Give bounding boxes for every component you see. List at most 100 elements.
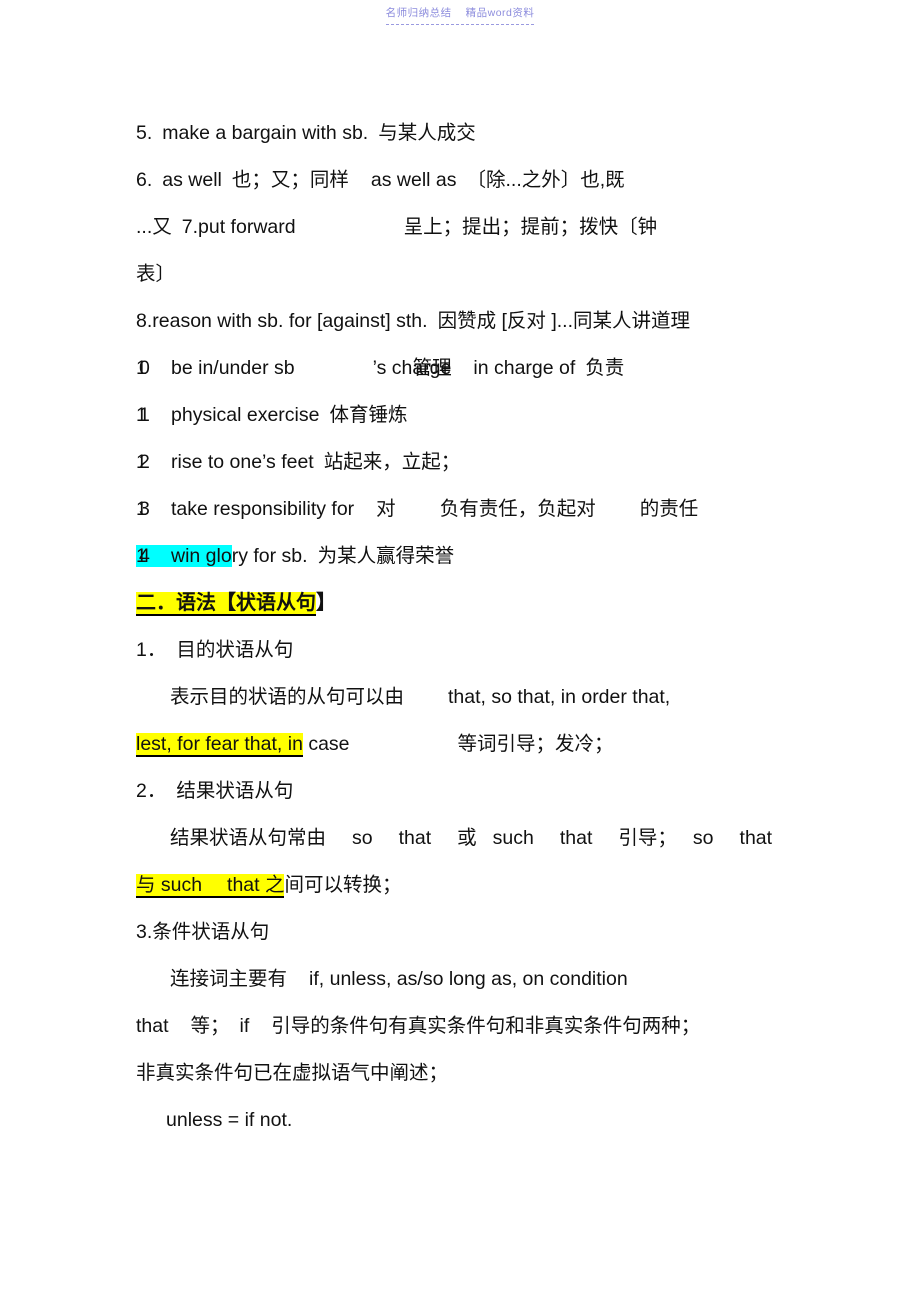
grammar-section-1-num: 1． <box>136 639 167 661</box>
vocab-13-chinese: 对 <box>376 498 396 520</box>
grammar-section-2-body-lead: 结果状语从句常由 <box>170 827 327 849</box>
grammar-section-3-body-line-2: that 等； if 引导的条件句有真实条件句和非真实条件句两种； <box>136 1003 784 1050</box>
grammar-section-3-body-english: if, unless, as/so long as, on condition <box>309 968 628 990</box>
vocab-13-english: take responsibility for <box>171 498 355 520</box>
grammar-section-2-title: 2． 结果状语从句 <box>136 768 784 815</box>
grammar-section-2-word-3: 或 <box>457 827 477 849</box>
vocab-6-chinese-3: ...又 <box>136 216 172 238</box>
vocab-13-chinese-3: 的责任 <box>639 498 699 520</box>
document-body: 5. make a bargain with sb. 与某人成交 6. as well… <box>136 110 784 1144</box>
vocab-7-chinese-cont: 表〕 <box>136 263 176 285</box>
grammar-section-2-num: 2． <box>136 780 167 802</box>
vocab-14-num-digit-2: 4 <box>139 545 150 567</box>
vocab-11-num-digit-2: 1 <box>139 404 150 426</box>
grammar-section-1-body-continuation: lest, for fear that, in case 等词引导；发冷； <box>136 721 784 768</box>
vocab-7-english: put forward <box>198 216 296 238</box>
grammar-section-3-title: 3.条件状语从句 <box>136 909 784 956</box>
grammar-section-1-body-english: that, so that, in order that, <box>448 686 671 708</box>
grammar-section-1-cont-tail: 等词引导；发冷； <box>457 733 614 755</box>
watermark-left-text: 名师归纳总结 <box>385 7 452 19</box>
vocab-item-10: 10 be in/under sb ’s charge’s charge管理 in c… <box>136 345 784 392</box>
grammar-section-2-word-4: such <box>492 827 534 849</box>
grammar-section-2-title-text: 结果状语从句 <box>176 780 294 802</box>
watermark: 名师归纳总结 精品word资料 <box>385 5 535 25</box>
vocab-6-english: as well <box>162 169 222 191</box>
vocab-6-chinese-2: 〔除...之外〕也,既 <box>466 169 625 191</box>
grammar-section-3-line2-c: 引导的条件句有真实条件句和非真实条件句两种； <box>271 1015 701 1037</box>
vocab-14-highlight-segment: 1 4 win glo <box>136 545 232 567</box>
vocab-5-english: make a bargain with sb. <box>162 122 369 144</box>
grammar-section-1-body-lead: 表示目的状语的从句可以由 <box>170 686 405 708</box>
grammar-section-2-word-6: 引导； <box>618 827 677 849</box>
vocab-12-num: 12 <box>136 439 150 486</box>
vocab-14-num: 14 <box>136 533 150 580</box>
vocab-5-chinese: 与某人成交 <box>378 122 476 144</box>
grammar-section-1-body: 表示目的状语的从句可以由 that, so that, in order that… <box>136 674 784 721</box>
grammar-section-1-title-text: 目的状语从句 <box>176 639 294 661</box>
vocab-10-chinese: 负责 <box>585 357 625 379</box>
vocab-12-chinese: 站起来，立起； <box>323 451 461 473</box>
vocab-item-14: 1 4 win glory for sb. 为某人赢得荣誉 <box>136 533 784 580</box>
vocab-8-chinese: 因赞成 [反对 ]...同某人讲道理 <box>437 310 691 332</box>
grammar-section-3-body: 连接词主要有 if, unless, as/so long as, on cond… <box>136 956 784 1003</box>
vocab-14-chinese: 为某人赢得荣誉 <box>317 545 455 567</box>
vocab-10-english-c: in charge of <box>473 357 576 379</box>
grammar-section-3-body-line-3: 非真实条件句已在虚拟语气中阐述； <box>136 1050 784 1097</box>
grammar-section-2-highlight-segment: 与 such that 之 <box>136 874 285 898</box>
grammar-section-3-note-text: unless = if not. <box>166 1109 293 1131</box>
vocab-item-12: 1 2 rise to one’s feet 站起来，立起； <box>136 439 784 486</box>
grammar-heading-highlight-segment: 二．语法【状语从句 <box>136 592 316 616</box>
grammar-section-2-word-7: so <box>692 827 714 849</box>
grammar-section-2-cont-rest: 间可以转换； <box>284 874 402 896</box>
vocab-5-num: 5. <box>136 122 153 144</box>
vocab-item-6: 6. as well 也；又；同样 as well as 〔除...之外〕也,既 <box>136 157 784 204</box>
vocab-item-11: 1 1 physical exercise 体育锤炼 <box>136 392 784 439</box>
grammar-section-2-word-8: that <box>739 827 773 849</box>
grammar-heading: 二．语法【状语从句】 <box>136 580 784 627</box>
watermark-right-text: 精品word资料 <box>465 7 535 19</box>
vocab-10-num-digit-2: 0 <box>139 357 150 379</box>
vocab-14-english-rest: ry for sb. <box>231 545 308 567</box>
grammar-section-2-word-1: so <box>352 827 373 849</box>
vocab-item-13: 1 3 take responsibility for 对 负有责任，负起对 的责任 <box>136 486 784 533</box>
grammar-section-2-word-2: that <box>398 827 432 849</box>
vocab-8-english: reason with sb. for [against] sth. <box>152 310 428 332</box>
grammar-section-3-title-text: 条件状语从句 <box>152 921 270 943</box>
vocab-item-8: 8.reason with sb. for [against] sth. 因赞成 … <box>136 298 784 345</box>
vocab-6-english-2: as well as <box>370 169 457 191</box>
grammar-heading-rest: 】 <box>316 592 336 614</box>
vocab-11-english: physical exercise <box>171 404 320 426</box>
vocab-12-num-digit-2: 2 <box>139 451 150 473</box>
vocab-10-overlap-gloss: 管理 <box>412 357 452 379</box>
grammar-section-2-body-continuation: 与 such that 之间可以转换； <box>136 862 784 909</box>
grammar-section-3-note: unless = if not. <box>136 1097 784 1144</box>
grammar-section-3-line2-b: if <box>239 1015 250 1037</box>
grammar-section-3-line2-english: that <box>136 1015 169 1037</box>
page-header: 名师归纳总结 精品word资料 <box>0 0 920 30</box>
grammar-section-1-cont-rest: case <box>302 733 350 755</box>
vocab-10-num: 10 <box>136 345 150 392</box>
vocab-item-5: 5. make a bargain with sb. 与某人成交 <box>136 110 784 157</box>
vocab-11-num: 11 <box>136 392 150 439</box>
vocab-13-num-digit-2: 3 <box>139 498 150 520</box>
vocab-7-num: 7. <box>181 216 199 238</box>
grammar-section-1-highlight-segment: lest, for fear that, in <box>136 733 303 757</box>
vocab-item-7-continuation: 表〕 <box>136 251 784 298</box>
grammar-section-3-line3: 非真实条件句已在虚拟语气中阐述； <box>136 1062 449 1084</box>
grammar-section-1-title: 1． 目的状语从句 <box>136 627 784 674</box>
vocab-8-num: 8. <box>136 310 153 332</box>
vocab-13-num: 13 <box>136 486 150 533</box>
vocab-6-num: 6. <box>136 169 153 191</box>
grammar-section-3-line2-a: 等； <box>190 1015 230 1037</box>
grammar-section-3-body-lead: 连接词主要有 <box>170 968 288 990</box>
vocab-12-english: rise to one’s feet <box>171 451 314 473</box>
vocab-10-overlap-group: ’s charge’s charge管理 <box>373 345 452 392</box>
grammar-section-2-body: 结果状语从句常由 so that 或 such that 引导； so that <box>136 815 784 862</box>
vocab-13-chinese-2: 负有责任，负起对 <box>439 498 596 520</box>
grammar-section-2-word-5: that <box>559 827 593 849</box>
grammar-section-3-num: 3. <box>136 921 153 943</box>
vocab-14-english-highlighted: win glo <box>171 545 232 567</box>
vocab-11-chinese: 体育锤炼 <box>329 404 408 426</box>
vocab-item-6-continuation: ...又 7.put forward 呈上；提出；提前；拨快〔钟 <box>136 204 784 251</box>
vocab-10-english-a: be in/under sb <box>171 357 295 379</box>
